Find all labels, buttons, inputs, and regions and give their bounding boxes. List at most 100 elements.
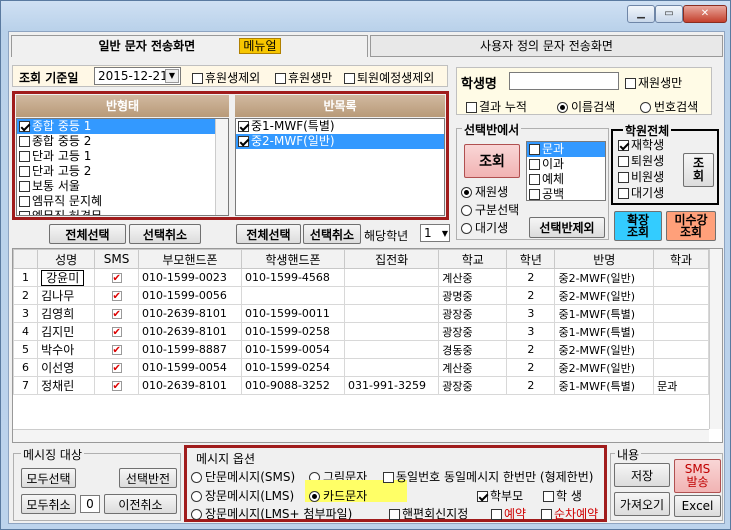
checkbox[interactable] <box>625 78 636 89</box>
checkbox[interactable] <box>491 509 502 520</box>
checkbox[interactable] <box>19 121 30 132</box>
unpaid-query-button[interactable]: 미수강 조회 <box>666 211 716 241</box>
column-header[interactable]: SMS <box>94 249 139 269</box>
list-item[interactable]: 보통 서울 <box>17 179 228 194</box>
list-item[interactable]: 엠뮤직 문지혜 <box>17 194 228 209</box>
checkbox[interactable] <box>19 166 30 177</box>
select-all-types-button[interactable]: 전체선택 <box>49 224 126 244</box>
save-button[interactable]: 저장 <box>614 463 670 487</box>
enrolled-only[interactable]: 재원생만 <box>625 74 682 91</box>
checkbox[interactable] <box>389 509 400 520</box>
column-header[interactable]: 학교 <box>438 249 508 269</box>
checkbox[interactable] <box>618 188 629 199</box>
academy-item[interactable]: 재학생 <box>616 138 686 154</box>
checkbox[interactable] <box>275 73 286 84</box>
checkbox[interactable] <box>19 181 30 192</box>
minimize-button[interactable]: ▁ <box>627 5 655 23</box>
query-button[interactable]: 조회 <box>464 144 520 178</box>
column-header[interactable]: 학생핸드폰 <box>240 249 346 269</box>
radio-category[interactable]: 구분선택 <box>461 201 519 218</box>
table-row[interactable]: 6 이선영 ✔ 010-1599-0054 010-1599-0254 계산중 2 중2-MW… <box>12 358 709 377</box>
opt-exclude-rest[interactable]: 휴원생제외 <box>192 69 260 86</box>
list-item[interactable]: 중2-MWF(일반) <box>236 134 444 149</box>
radio[interactable] <box>557 102 568 113</box>
tab-custom[interactable]: 사용자 정의 문자 전송화면 <box>370 35 723 57</box>
class-list[interactable]: 중1-MWF(특별) 중2-MWF(일반) <box>235 118 445 216</box>
sms-check-icon[interactable]: ✔ <box>111 363 122 374</box>
table-row[interactable]: 7 정채린 ✔ 010-2639-8101 010-9088-3252 031-991-3… <box>12 376 709 395</box>
checkbox[interactable] <box>238 136 249 147</box>
checkbox[interactable] <box>529 174 540 185</box>
reserve-check[interactable]: 예약 <box>491 505 526 522</box>
checkbox[interactable] <box>383 472 394 483</box>
exclude-class-button[interactable]: 선택반제외 <box>529 217 605 238</box>
radio[interactable] <box>309 491 320 502</box>
list-item[interactable]: 공백 <box>527 187 605 200</box>
column-header[interactable]: 집전화 <box>344 249 440 269</box>
radio[interactable] <box>461 205 472 216</box>
opt-exclude-leaving[interactable]: 퇴원예정생제외 <box>344 69 434 86</box>
table-cell[interactable]: ✔ <box>94 376 139 395</box>
checkbox[interactable] <box>19 136 30 147</box>
excel-button[interactable]: Excel <box>674 495 721 517</box>
checkbox[interactable] <box>19 211 30 215</box>
sms-check-icon[interactable]: ✔ <box>111 273 122 284</box>
table-cell[interactable]: ✔ <box>94 286 139 305</box>
target-count-input[interactable]: 0 <box>80 495 100 513</box>
checkbox[interactable] <box>19 196 30 207</box>
column-header[interactable]: 성명 <box>37 249 96 269</box>
seq-reserve-check[interactable]: 순차예약 <box>541 505 598 522</box>
chevron-down-icon[interactable]: ▼ <box>165 69 179 83</box>
academy-view-button[interactable]: 조 회 <box>683 153 714 187</box>
opt-rest-only[interactable]: 휴원생만 <box>275 69 332 86</box>
query-date-select[interactable]: 2015-12-21 ▼ <box>94 67 181 85</box>
checkbox[interactable] <box>618 140 629 151</box>
checkbox[interactable] <box>618 156 629 167</box>
reverse-selection-button[interactable]: 선택반전 <box>119 468 177 488</box>
academy-item[interactable]: 비원생 <box>616 170 686 186</box>
subject-list[interactable]: 문과 이과 예체 공백 <box>526 141 606 201</box>
lms-attach-radio[interactable]: 장문메시지(LMS+ 첨부파일) <box>191 505 352 522</box>
tab-general[interactable]: 일반 문자 전송화면 메뉴얼 <box>11 35 368 57</box>
table-row[interactable]: 2 김나무 ✔ 010-1599-0056 광명중 2 중2-MWF(일반) <box>12 286 709 305</box>
radio[interactable] <box>191 472 202 483</box>
column-header[interactable]: 학년 <box>506 249 556 269</box>
select-all-target-button[interactable]: 모두선택 <box>21 468 76 488</box>
maximize-button[interactable]: ▭ <box>655 5 683 23</box>
table-row[interactable]: 3 김영희 ✔ 010-2639-8101 010-1599-0011 광장중 3 중1-MW… <box>12 304 709 323</box>
table-cell[interactable]: ✔ <box>94 340 139 359</box>
student-check[interactable]: 학 생 <box>543 487 582 504</box>
radio[interactable] <box>461 223 472 234</box>
checkbox[interactable] <box>238 121 249 132</box>
list-item[interactable]: 중1-MWF(특별) <box>236 119 444 134</box>
checkbox[interactable] <box>19 151 30 162</box>
table-cell[interactable]: ✔ <box>94 304 139 323</box>
parent-check[interactable]: 학부모 <box>477 487 523 504</box>
sms-check-icon[interactable]: ✔ <box>111 309 122 320</box>
radio[interactable] <box>191 509 202 520</box>
grid-hscroll[interactable] <box>13 429 709 442</box>
manual-button[interactable]: 메뉴얼 <box>239 38 281 54</box>
checkbox[interactable] <box>529 189 540 200</box>
list-item[interactable]: 종합 중등 2 <box>17 134 228 149</box>
select-all-classes-button[interactable]: 전체선택 <box>236 224 301 244</box>
radio[interactable] <box>461 187 472 198</box>
cancel-types-button[interactable]: 선택취소 <box>129 224 201 244</box>
sms-radio[interactable]: 단문메시지(SMS) <box>191 468 295 485</box>
cancel-classes-button[interactable]: 선택취소 <box>303 224 361 244</box>
chevron-down-icon[interactable]: ▼ <box>442 226 448 242</box>
checkbox[interactable] <box>543 491 554 502</box>
accum-result[interactable]: 결과 누적 <box>466 98 527 115</box>
prev-cancel-button[interactable]: 이전취소 <box>104 494 177 514</box>
column-header[interactable]: 반명 <box>554 249 655 269</box>
table-cell[interactable]: ✔ <box>94 268 139 287</box>
num-search-radio[interactable]: 번호검색 <box>640 98 698 115</box>
radio[interactable] <box>640 102 651 113</box>
sms-check-icon[interactable]: ✔ <box>111 327 122 338</box>
student-name-input[interactable] <box>509 72 619 90</box>
list-item[interactable]: 엠뮤직 허경무 <box>17 209 228 215</box>
table-cell[interactable]: ✔ <box>94 358 139 377</box>
class-type-list[interactable]: 종합 중등 1 종합 중등 2 단과 고등 1 단과 고등 2 보통 서울 엠뮤직 문지혜… <box>16 118 229 216</box>
checkbox[interactable] <box>529 144 540 155</box>
checkbox[interactable] <box>477 491 488 502</box>
